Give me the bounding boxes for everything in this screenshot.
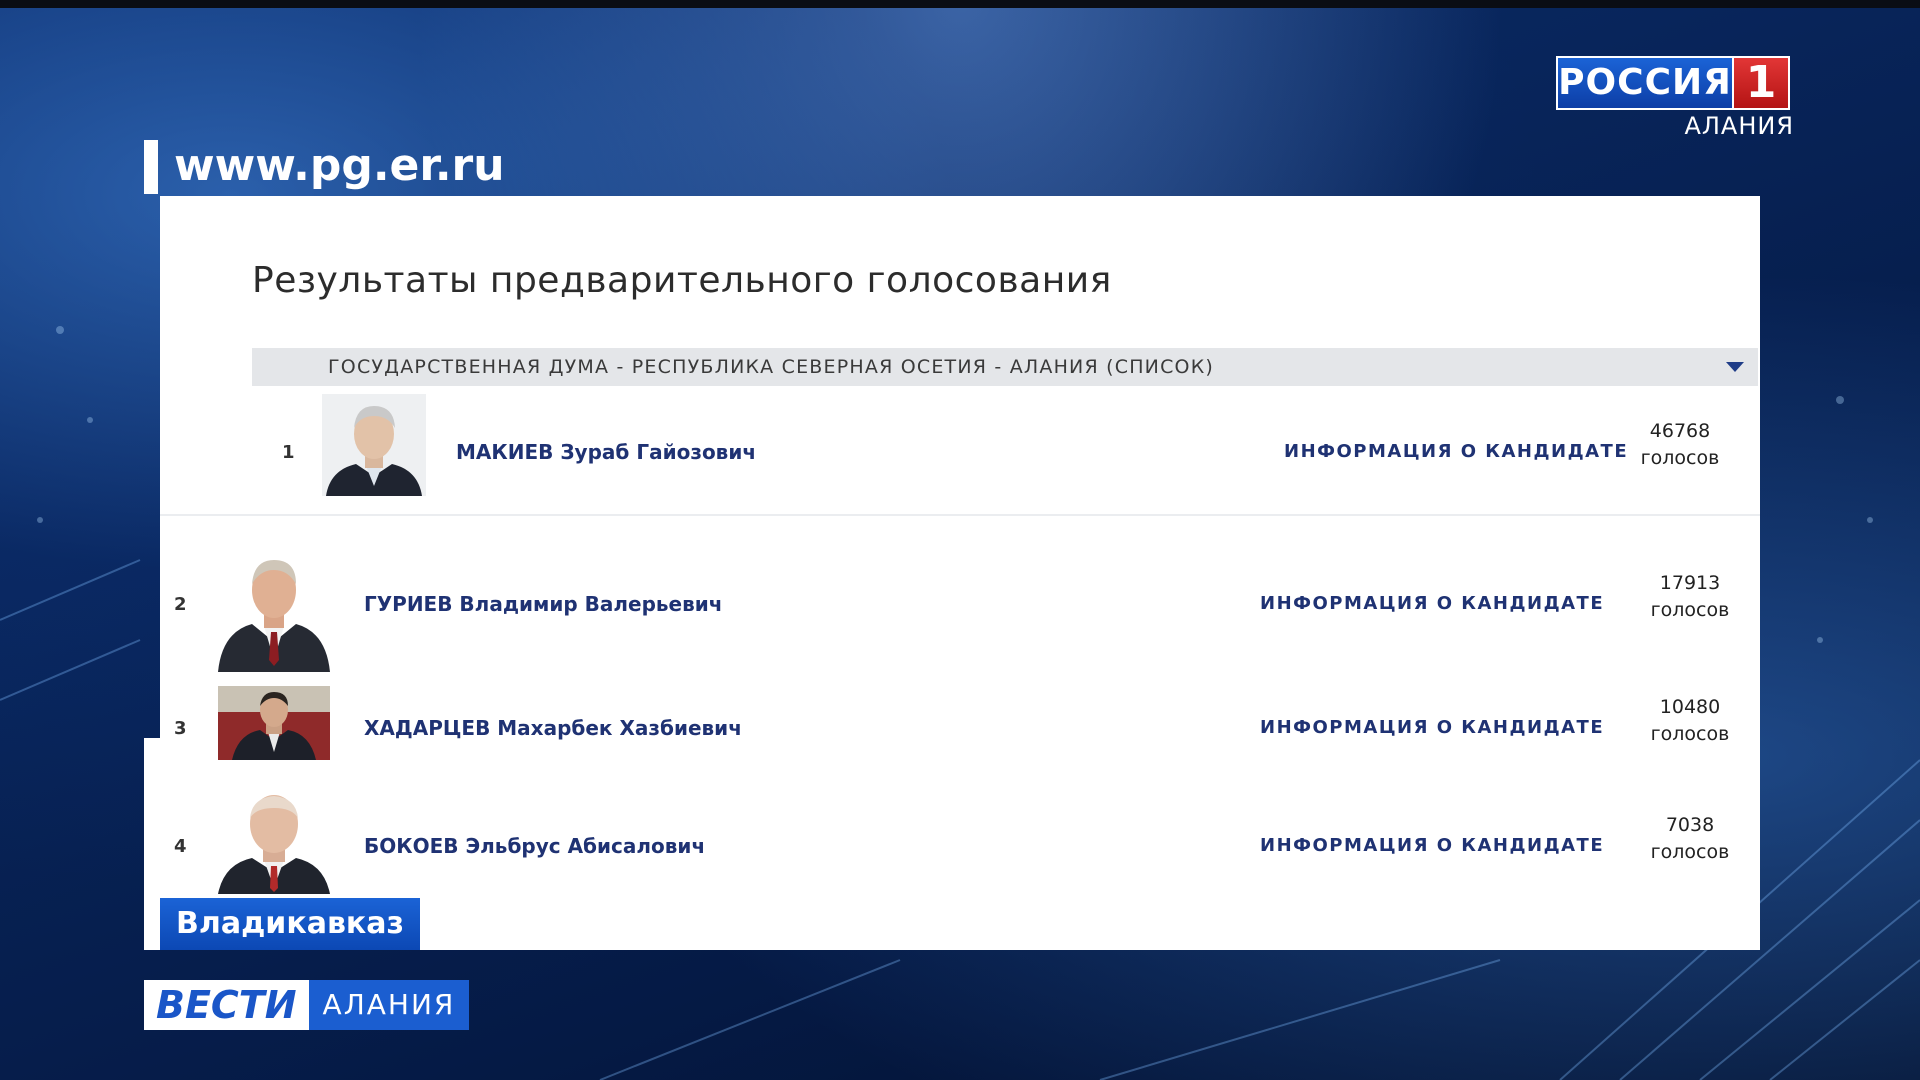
votes-count: 7038 (1665, 814, 1715, 836)
web-page-panel: Результаты предварительного голосования … (160, 196, 1760, 950)
candidate-votes: 7038 голосов (1640, 812, 1740, 866)
candidate-photo-1 (322, 394, 426, 496)
channel-logo-region: АЛАНИЯ (1684, 112, 1794, 140)
url-caption-accent (144, 140, 158, 194)
candidate-row-4: 4 БОКОЕВ Эльбрус Абисалович ИНФОРМАЦИЯ О… (160, 784, 1760, 894)
candidate-photo-4 (218, 784, 330, 894)
candidate-rank: 2 (174, 594, 187, 615)
candidate-name-link[interactable]: БОКОЕВ Эльбрус Абисалович (364, 834, 705, 858)
city-caption: Владикавказ (160, 898, 420, 950)
votes-count: 46768 (1649, 420, 1711, 442)
list-select-dropdown[interactable]: ГОСУДАРСТВЕННАЯ ДУМА - РЕСПУБЛИКА СЕВЕРН… (252, 348, 1758, 386)
candidate-rank: 4 (174, 836, 187, 857)
votes-unit: голосов (1650, 723, 1730, 745)
candidate-photo-2 (218, 548, 330, 672)
row-divider (160, 514, 1760, 516)
program-logo-name: ВЕСТИ (144, 980, 309, 1030)
candidate-rank: 1 (282, 442, 295, 463)
program-logo-region: АЛАНИЯ (308, 980, 470, 1030)
candidate-name-link[interactable]: ГУРИЕВ Владимир Валерьевич (364, 592, 723, 616)
city-caption-strip (144, 898, 160, 950)
candidate-name-link[interactable]: ХАДАРЦЕВ Махарбек Хазбиевич (364, 716, 742, 740)
votes-unit: голосов (1640, 447, 1720, 469)
channel-logo-name: РОССИЯ (1556, 56, 1734, 110)
candidate-rank: 3 (174, 718, 187, 739)
list-select-value: ГОСУДАРСТВЕННАЯ ДУМА - РЕСПУБЛИКА СЕВЕРН… (328, 356, 1215, 378)
candidate-info-link[interactable]: ИНФОРМАЦИЯ О КАНДИДАТЕ (1284, 441, 1628, 462)
chevron-down-icon[interactable] (1726, 362, 1744, 372)
top-letterbox-bar (0, 0, 1920, 8)
votes-unit: голосов (1650, 841, 1730, 863)
candidate-info-link[interactable]: ИНФОРМАЦИЯ О КАНДИДАТЕ (1260, 835, 1604, 856)
votes-count: 10480 (1659, 696, 1721, 718)
candidate-row-3: 3 ХАДАРЦЕВ Махарбек Хазбиевич ИНФОРМАЦИЯ… (160, 686, 1760, 762)
candidate-info-link[interactable]: ИНФОРМАЦИЯ О КАНДИДАТЕ (1260, 717, 1604, 738)
page-title: Результаты предварительного голосования (252, 260, 1112, 301)
candidate-photo-3 (218, 686, 330, 760)
votes-count: 17913 (1659, 572, 1721, 594)
source-url-caption: www.pg.er.ru (174, 140, 505, 191)
candidate-name-link[interactable]: МАКИЕВ Зураб Гайозович (456, 440, 756, 464)
candidate-votes: 46768 голосов (1630, 418, 1730, 472)
votes-unit: голосов (1650, 599, 1730, 621)
channel-logo-number: 1 (1734, 56, 1790, 110)
program-logo: ВЕСТИ АЛАНИЯ (144, 980, 470, 1030)
candidate-votes: 10480 голосов (1640, 694, 1740, 748)
candidate-row-1: 1 МАКИЕВ Зураб Гайозович ИНФОРМАЦИЯ О КА… (160, 394, 1760, 514)
candidate-info-link[interactable]: ИНФОРМАЦИЯ О КАНДИДАТЕ (1260, 593, 1604, 614)
candidate-row-2: 2 ГУРИЕВ Владимир Валерьевич ИНФОРМАЦИЯ … (160, 548, 1760, 672)
candidate-votes: 17913 голосов (1640, 570, 1740, 624)
channel-logo: РОССИЯ 1 (1556, 56, 1792, 110)
